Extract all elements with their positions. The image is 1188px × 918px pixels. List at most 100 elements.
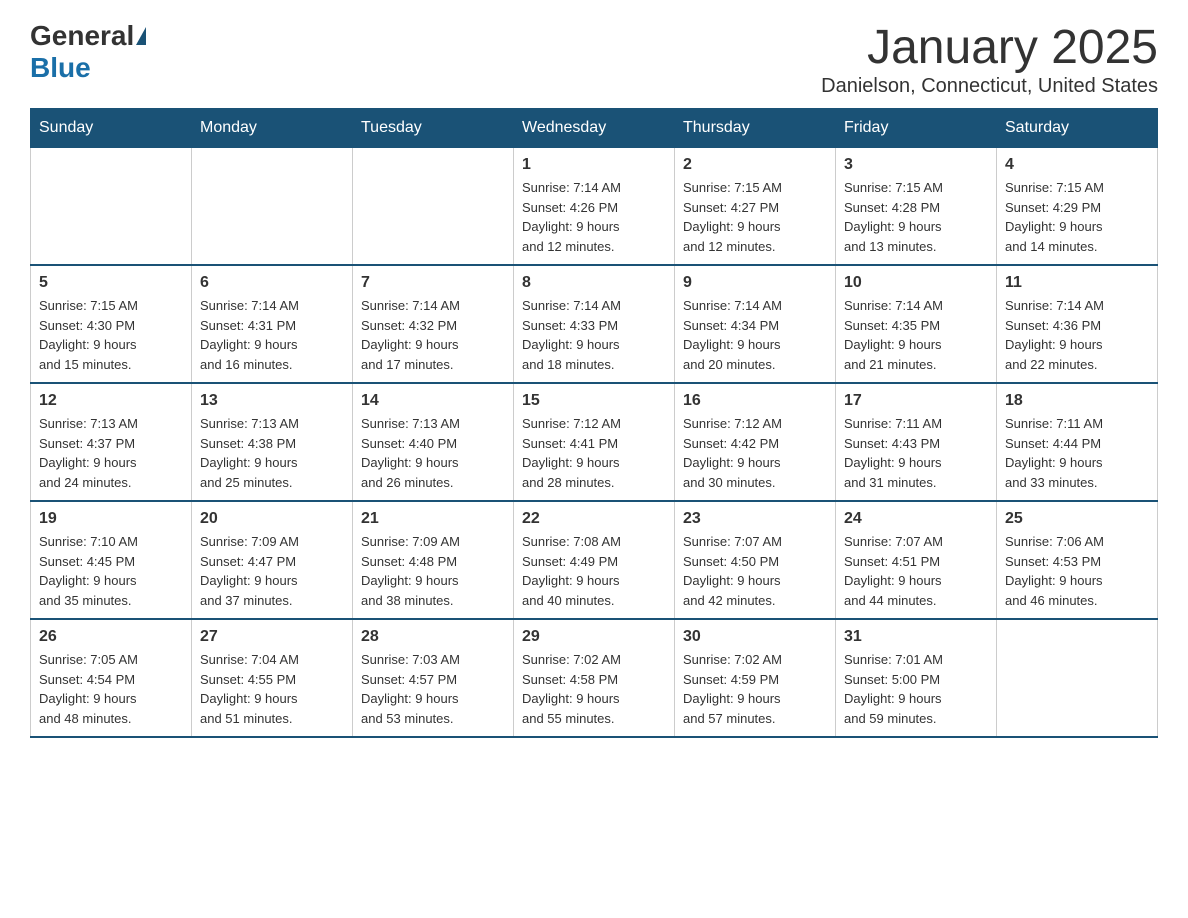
day-number: 16 xyxy=(683,392,827,410)
day-info: Sunrise: 7:04 AMSunset: 4:55 PMDaylight:… xyxy=(200,650,344,728)
day-number: 1 xyxy=(522,156,666,174)
day-number: 14 xyxy=(361,392,505,410)
calendar-cell: 6 Sunrise: 7:14 AMSunset: 4:31 PMDaylight… xyxy=(192,265,353,383)
day-number: 7 xyxy=(361,274,505,292)
calendar-cell: 13 Sunrise: 7:13 AMSunset: 4:38 PMDayligh… xyxy=(192,383,353,501)
calendar-cell: 28 Sunrise: 7:03 AMSunset: 4:57 PMDayligh… xyxy=(353,619,514,737)
day-info: Sunrise: 7:11 AMSunset: 4:44 PMDaylight:… xyxy=(1005,414,1149,492)
calendar-cell: 17 Sunrise: 7:11 AMSunset: 4:43 PMDayligh… xyxy=(836,383,997,501)
day-info: Sunrise: 7:08 AMSunset: 4:49 PMDaylight:… xyxy=(522,532,666,610)
day-number: 24 xyxy=(844,510,988,528)
day-number: 30 xyxy=(683,628,827,646)
day-info: Sunrise: 7:02 AMSunset: 4:59 PMDaylight:… xyxy=(683,650,827,728)
logo-general-text: General xyxy=(30,20,134,52)
day-number: 19 xyxy=(39,510,183,528)
day-info: Sunrise: 7:07 AMSunset: 4:51 PMDaylight:… xyxy=(844,532,988,610)
day-info: Sunrise: 7:14 AMSunset: 4:35 PMDaylight:… xyxy=(844,296,988,374)
calendar-cell: 4Sunrise: 7:15 AMSunset: 4:29 PMDaylight… xyxy=(997,148,1158,266)
day-info: Sunrise: 7:13 AMSunset: 4:37 PMDaylight:… xyxy=(39,414,183,492)
calendar-cell: 3 Sunrise: 7:15 AMSunset: 4:28 PMDaylight… xyxy=(836,148,997,266)
day-info: Sunrise: 7:14 AMSunset: 4:26 PMDaylight:… xyxy=(522,178,666,256)
calendar-cell: 9 Sunrise: 7:14 AMSunset: 4:34 PMDaylight… xyxy=(675,265,836,383)
day-info: Sunrise: 7:14 AMSunset: 4:34 PMDaylight:… xyxy=(683,296,827,374)
day-info: Sunrise: 7:02 AMSunset: 4:58 PMDaylight:… xyxy=(522,650,666,728)
calendar-table: SundayMondayTuesdayWednesdayThursdayFrid… xyxy=(30,108,1158,738)
day-info: Sunrise: 7:11 AMSunset: 4:43 PMDaylight:… xyxy=(844,414,988,492)
day-number: 9 xyxy=(683,274,827,292)
day-number: 17 xyxy=(844,392,988,410)
logo-triangle-icon xyxy=(136,27,146,45)
calendar-cell: 25 Sunrise: 7:06 AMSunset: 4:53 PMDayligh… xyxy=(997,501,1158,619)
day-info: Sunrise: 7:12 AMSunset: 4:41 PMDaylight:… xyxy=(522,414,666,492)
day-number: 29 xyxy=(522,628,666,646)
day-info: Sunrise: 7:14 AMSunset: 4:36 PMDaylight:… xyxy=(1005,296,1149,374)
weekday-header-friday: Friday xyxy=(836,109,997,148)
calendar-cell: 16 Sunrise: 7:12 AMSunset: 4:42 PMDayligh… xyxy=(675,383,836,501)
title-section: January 2025 Danielson, Connecticut, Uni… xyxy=(821,20,1158,98)
day-number: 21 xyxy=(361,510,505,528)
calendar-cell xyxy=(997,619,1158,737)
calendar-week-row: 19Sunrise: 7:10 AMSunset: 4:45 PMDayligh… xyxy=(31,501,1158,619)
day-number: 11 xyxy=(1005,274,1149,292)
day-info: Sunrise: 7:09 AMSunset: 4:48 PMDaylight:… xyxy=(361,532,505,610)
day-number: 15 xyxy=(522,392,666,410)
page-header: General Blue January 2025 Danielson, Con… xyxy=(30,20,1158,98)
calendar-cell: 19Sunrise: 7:10 AMSunset: 4:45 PMDayligh… xyxy=(31,501,192,619)
calendar-cell: 23Sunrise: 7:07 AMSunset: 4:50 PMDayligh… xyxy=(675,501,836,619)
calendar-cell: 27 Sunrise: 7:04 AMSunset: 4:55 PMDayligh… xyxy=(192,619,353,737)
location-text: Danielson, Connecticut, United States xyxy=(821,75,1158,98)
day-info: Sunrise: 7:15 AMSunset: 4:29 PMDaylight:… xyxy=(1005,178,1149,256)
weekday-header-monday: Monday xyxy=(192,109,353,148)
day-number: 13 xyxy=(200,392,344,410)
day-info: Sunrise: 7:15 AMSunset: 4:28 PMDaylight:… xyxy=(844,178,988,256)
day-info: Sunrise: 7:01 AMSunset: 5:00 PMDaylight:… xyxy=(844,650,988,728)
calendar-cell: 20 Sunrise: 7:09 AMSunset: 4:47 PMDayligh… xyxy=(192,501,353,619)
calendar-cell xyxy=(31,148,192,266)
logo-blue-text: Blue xyxy=(30,52,91,83)
calendar-cell: 11 Sunrise: 7:14 AMSunset: 4:36 PMDayligh… xyxy=(997,265,1158,383)
day-number: 27 xyxy=(200,628,344,646)
calendar-week-row: 12 Sunrise: 7:13 AMSunset: 4:37 PMDayligh… xyxy=(31,383,1158,501)
calendar-cell: 21 Sunrise: 7:09 AMSunset: 4:48 PMDayligh… xyxy=(353,501,514,619)
calendar-cell xyxy=(353,148,514,266)
calendar-cell: 2Sunrise: 7:15 AMSunset: 4:27 PMDaylight… xyxy=(675,148,836,266)
day-number: 23 xyxy=(683,510,827,528)
day-info: Sunrise: 7:06 AMSunset: 4:53 PMDaylight:… xyxy=(1005,532,1149,610)
calendar-cell: 15 Sunrise: 7:12 AMSunset: 4:41 PMDayligh… xyxy=(514,383,675,501)
calendar-week-row: 1 Sunrise: 7:14 AMSunset: 4:26 PMDaylight… xyxy=(31,148,1158,266)
day-info: Sunrise: 7:12 AMSunset: 4:42 PMDaylight:… xyxy=(683,414,827,492)
day-number: 3 xyxy=(844,156,988,174)
weekday-header-row: SundayMondayTuesdayWednesdayThursdayFrid… xyxy=(31,109,1158,148)
day-number: 28 xyxy=(361,628,505,646)
day-number: 6 xyxy=(200,274,344,292)
day-info: Sunrise: 7:15 AMSunset: 4:30 PMDaylight:… xyxy=(39,296,183,374)
day-info: Sunrise: 7:05 AMSunset: 4:54 PMDaylight:… xyxy=(39,650,183,728)
calendar-cell: 26Sunrise: 7:05 AMSunset: 4:54 PMDayligh… xyxy=(31,619,192,737)
calendar-cell: 24 Sunrise: 7:07 AMSunset: 4:51 PMDayligh… xyxy=(836,501,997,619)
calendar-week-row: 26Sunrise: 7:05 AMSunset: 4:54 PMDayligh… xyxy=(31,619,1158,737)
day-number: 5 xyxy=(39,274,183,292)
day-info: Sunrise: 7:09 AMSunset: 4:47 PMDaylight:… xyxy=(200,532,344,610)
day-info: Sunrise: 7:14 AMSunset: 4:31 PMDaylight:… xyxy=(200,296,344,374)
weekday-header-sunday: Sunday xyxy=(31,109,192,148)
day-info: Sunrise: 7:13 AMSunset: 4:40 PMDaylight:… xyxy=(361,414,505,492)
day-info: Sunrise: 7:03 AMSunset: 4:57 PMDaylight:… xyxy=(361,650,505,728)
calendar-cell: 29 Sunrise: 7:02 AMSunset: 4:58 PMDayligh… xyxy=(514,619,675,737)
weekday-header-tuesday: Tuesday xyxy=(353,109,514,148)
weekday-header-thursday: Thursday xyxy=(675,109,836,148)
day-number: 12 xyxy=(39,392,183,410)
day-number: 25 xyxy=(1005,510,1149,528)
day-number: 22 xyxy=(522,510,666,528)
day-info: Sunrise: 7:13 AMSunset: 4:38 PMDaylight:… xyxy=(200,414,344,492)
calendar-cell xyxy=(192,148,353,266)
calendar-week-row: 5 Sunrise: 7:15 AMSunset: 4:30 PMDaylight… xyxy=(31,265,1158,383)
day-info: Sunrise: 7:14 AMSunset: 4:32 PMDaylight:… xyxy=(361,296,505,374)
calendar-cell: 7 Sunrise: 7:14 AMSunset: 4:32 PMDaylight… xyxy=(353,265,514,383)
calendar-cell: 18 Sunrise: 7:11 AMSunset: 4:44 PMDayligh… xyxy=(997,383,1158,501)
calendar-cell: 1 Sunrise: 7:14 AMSunset: 4:26 PMDaylight… xyxy=(514,148,675,266)
day-number: 8 xyxy=(522,274,666,292)
day-number: 18 xyxy=(1005,392,1149,410)
day-number: 20 xyxy=(200,510,344,528)
day-info: Sunrise: 7:15 AMSunset: 4:27 PMDaylight:… xyxy=(683,178,827,256)
calendar-cell: 10Sunrise: 7:14 AMSunset: 4:35 PMDayligh… xyxy=(836,265,997,383)
